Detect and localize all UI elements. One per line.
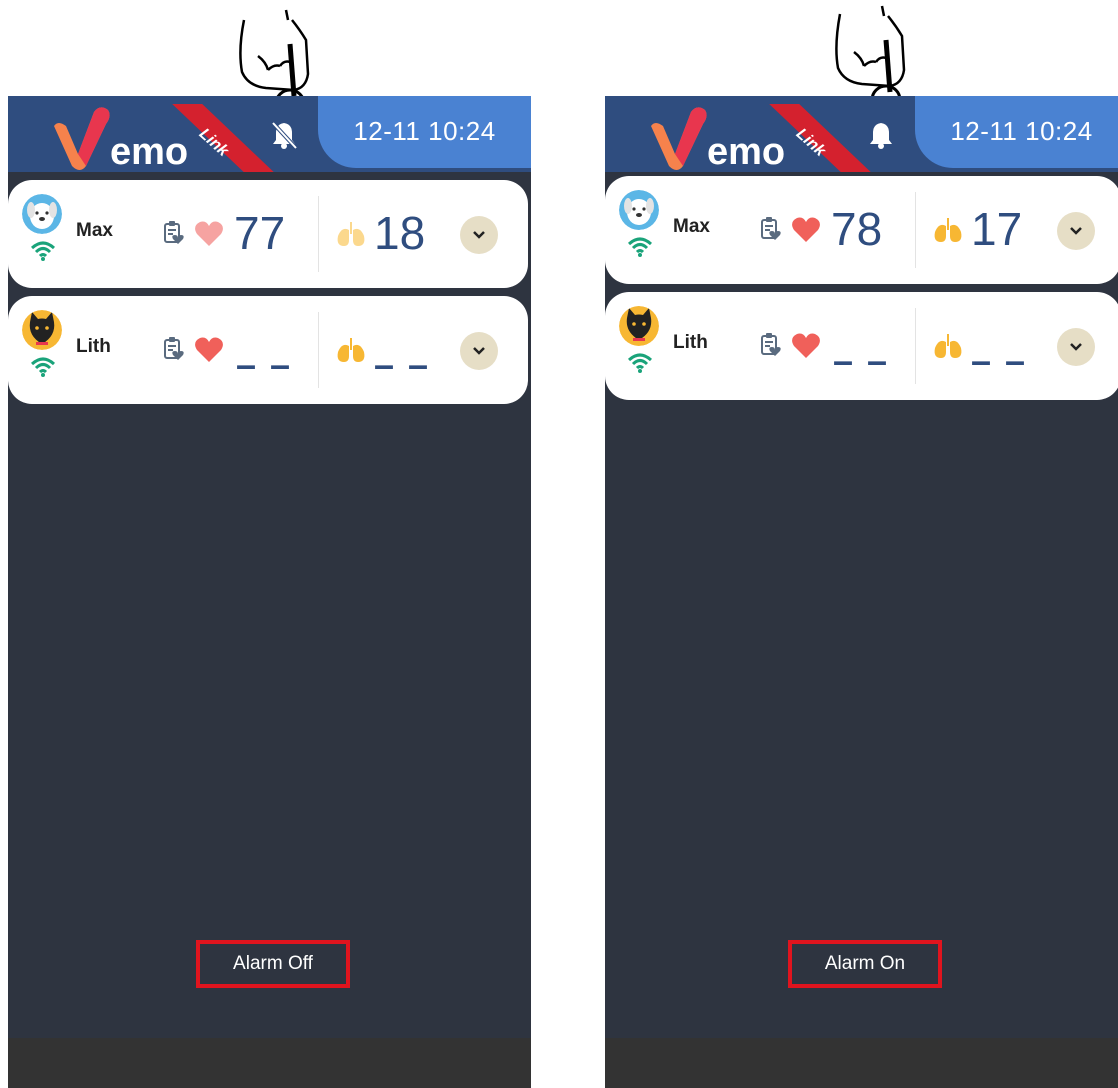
cat-avatar-icon <box>22 310 62 350</box>
wifi-connected-icon <box>30 241 56 261</box>
cat-avatar-icon <box>619 306 659 346</box>
divider <box>318 196 319 272</box>
patient-name: Max <box>673 216 710 237</box>
heart-icon <box>195 337 223 362</box>
heart-rate-value: – – <box>833 340 890 381</box>
clipboard-heart-icon <box>761 217 781 240</box>
patient-card-max[interactable]: Max 77 18 <box>8 180 528 288</box>
datetime-box: 12-11 10:24 <box>318 96 531 168</box>
resp-rate-value: 17 <box>971 203 1023 255</box>
lungs-icon <box>934 334 962 358</box>
patient-name: Lith <box>673 332 708 353</box>
divider <box>318 312 319 388</box>
lungs-icon <box>934 218 962 242</box>
clipboard-heart-icon <box>164 337 184 360</box>
patient-name: Lith <box>76 336 111 357</box>
logo-text: emo <box>110 131 188 172</box>
expand-button[interactable] <box>1057 328 1095 366</box>
alarm-status-text: Alarm On <box>824 953 906 974</box>
resp-rate-value: 18 <box>374 207 426 259</box>
bell-active-icon[interactable] <box>867 120 895 150</box>
clipboard-heart-icon <box>761 333 781 356</box>
datetime-text: 12-11 10:24 <box>353 116 496 146</box>
divider <box>915 192 916 268</box>
wifi-connected-icon <box>627 353 653 373</box>
dog-avatar-icon <box>22 194 62 234</box>
expand-button[interactable] <box>460 332 498 370</box>
alarm-status-text: Alarm Off <box>233 953 313 974</box>
wifi-connected-icon <box>627 237 653 257</box>
wifi-connected-icon <box>30 357 56 377</box>
patient-card-lith[interactable]: Lith – – – – <box>8 296 528 404</box>
divider <box>915 308 916 384</box>
patient-card-lith[interactable]: Lith – – – – <box>605 292 1118 400</box>
heart-icon <box>195 221 223 246</box>
expand-button[interactable] <box>460 216 498 254</box>
alarm-status-toast: Alarm On <box>788 940 942 988</box>
heart-rate-value: 77 <box>234 207 286 259</box>
clipboard-heart-icon <box>164 221 184 244</box>
heart-rate-value: 78 <box>831 203 883 255</box>
bell-muted-icon[interactable] <box>270 120 298 150</box>
vemo-link-logo: emo Link <box>54 104 274 172</box>
lungs-icon <box>337 222 365 246</box>
resp-rate-value: – – <box>971 340 1028 381</box>
patient-card-max[interactable]: Max 78 17 <box>605 176 1118 284</box>
alarm-status-toast: Alarm Off <box>196 940 350 988</box>
chevron-down-icon <box>473 231 485 239</box>
status-bar <box>605 1038 1118 1088</box>
datetime-text: 12-11 10:24 <box>950 116 1093 146</box>
resp-rate-value: – – <box>374 344 431 385</box>
heart-icon <box>792 333 820 358</box>
top-bar: emo Link 12-11 10:24 <box>8 96 531 172</box>
chevron-down-icon <box>1070 343 1082 351</box>
status-bar <box>8 1038 531 1088</box>
expand-button[interactable] <box>1057 212 1095 250</box>
chevron-down-icon <box>473 347 485 355</box>
datetime-box: 12-11 10:24 <box>915 96 1118 168</box>
lungs-icon <box>337 338 365 362</box>
heart-icon <box>792 217 820 242</box>
heart-rate-value: – – <box>236 344 293 385</box>
top-bar: emo Link 12-11 10:24 <box>605 96 1118 172</box>
dog-avatar-icon <box>619 190 659 230</box>
vemo-link-logo: emo Link <box>651 104 871 172</box>
logo-text: emo <box>707 131 785 172</box>
chevron-down-icon <box>1070 227 1082 235</box>
patient-name: Max <box>76 220 113 241</box>
